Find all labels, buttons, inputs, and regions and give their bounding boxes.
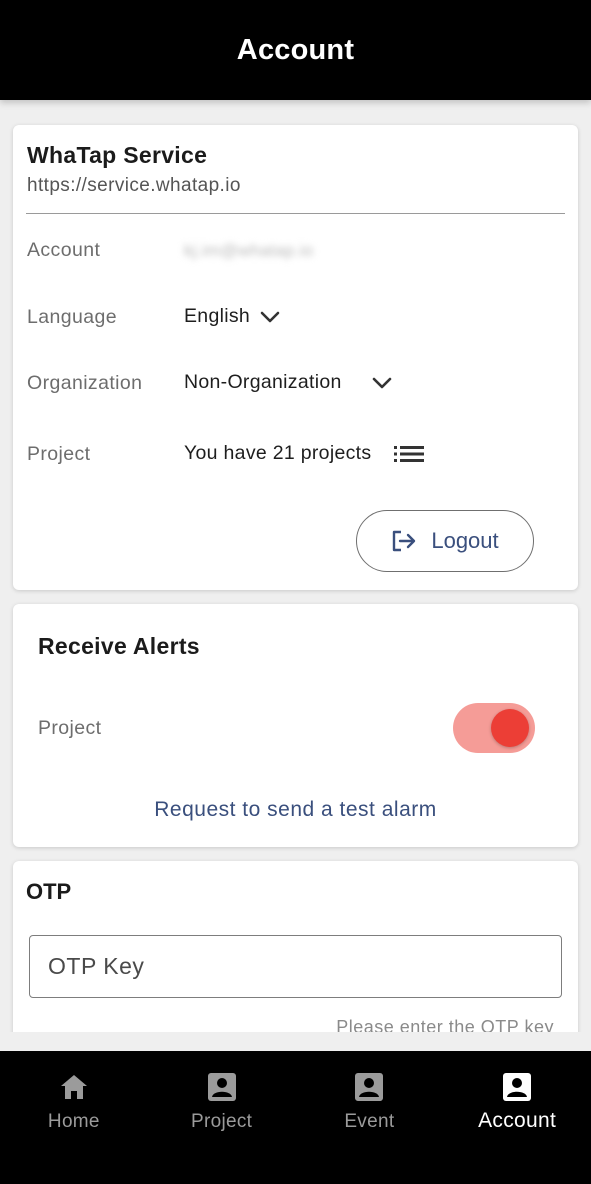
logout-icon [393,530,416,552]
alerts-title: Receive Alerts [38,633,200,659]
account-icon [503,1073,532,1101]
alerts-project-label: Project [38,717,102,739]
nav-account[interactable]: Account [443,1051,591,1184]
page-title: Account [236,33,355,66]
toggle-knob [491,709,529,747]
nav-home[interactable]: Home [0,1051,148,1184]
event-icon [355,1073,384,1101]
organization-label: Organization [27,372,143,394]
list-icon [394,445,425,462]
nav-project[interactable]: Project [148,1051,296,1184]
chevron-down-icon [260,311,280,322]
nav-account-label: Account [478,1109,557,1132]
chevron-down-icon [372,377,391,388]
divider [26,213,565,214]
language-dropdown[interactable]: English [184,305,280,328]
otp-card: OTP Please enter the OTP key [13,861,578,1032]
project-icon [207,1073,236,1101]
logout-button[interactable]: Logout [356,510,534,572]
project-label: Project [27,443,91,465]
test-alarm-link[interactable]: Request to send a test alarm [13,798,578,822]
nav-project-label: Project [191,1111,253,1132]
account-label: Account [27,239,101,261]
nav-event-label: Event [344,1111,395,1132]
otp-title: OTP [26,879,72,904]
project-alerts-toggle[interactable] [453,703,535,753]
organization-dropdown[interactable]: Non-Organization [184,371,392,394]
organization-value: Non-Organization [184,371,342,393]
account-email: kj.im@whatap.io [184,241,314,260]
receive-alerts-card: Receive Alerts Project Request to send a… [13,604,578,847]
service-name: WhaTap Service [27,142,208,168]
service-url: https://service.whatap.io [27,175,241,196]
bottom-nav: Home Project Event Account [0,1051,591,1184]
logout-label: Logout [431,528,499,553]
nav-home-label: Home [47,1111,100,1132]
account-content[interactable]: WhaTap Service https://service.whatap.io… [0,100,591,1032]
project-count: You have 21 projects [184,442,372,464]
otp-helper-text: Please enter the OTP key [336,1017,554,1032]
project-list-link[interactable]: You have 21 projects [184,442,425,465]
language-value: English [184,305,251,327]
otp-key-input[interactable] [29,935,562,998]
nav-event[interactable]: Event [296,1051,444,1184]
app-header: Account [0,0,591,100]
language-label: Language [27,306,117,328]
service-card: WhaTap Service https://service.whatap.io… [13,125,578,590]
home-icon [60,1075,87,1099]
account-value: kj.im@whatap.io [184,241,313,261]
